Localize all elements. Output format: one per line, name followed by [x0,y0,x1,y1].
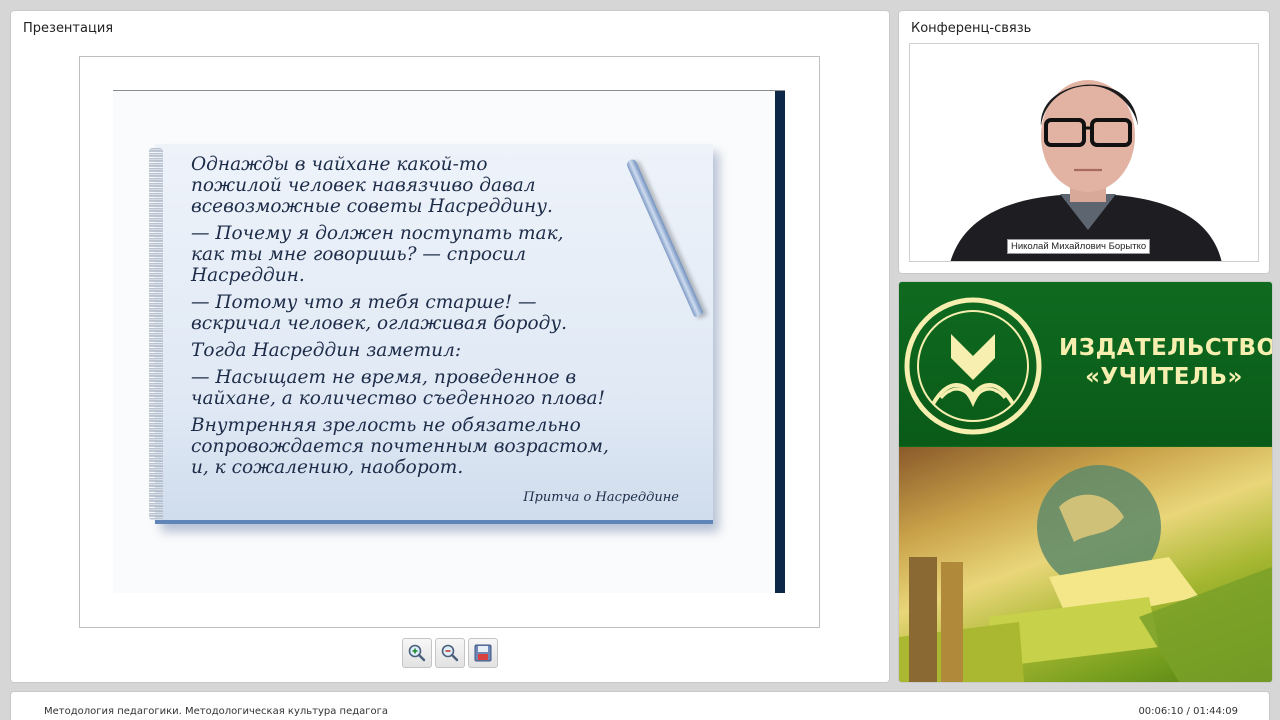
speaker-avatar [950,80,1222,261]
slide-content: Однажды в чайхане какой-то пожилой челов… [113,90,785,593]
quote-line: всевозможные советы Насреддину. [191,196,553,217]
quote-line: Однажды в чайхане какой-то [191,154,488,175]
zoom-out-button[interactable] [435,638,465,668]
quote-line: сопровождается почтенным возрастом, [191,436,609,457]
quote-text: Однажды в чайхане какой-то пожилой челов… [191,154,661,484]
quote-line: и, к сожалению, наоборот. [191,457,464,478]
quote-line: как ты мне говоришь? — спросил [191,244,527,265]
slide-toolbar [402,638,498,668]
save-button[interactable] [468,638,498,668]
publisher-banner[interactable]: ИЗДАТЕЛЬСТВО «УЧИТЕЛЬ» [899,282,1272,682]
quote-line: Насреддин. [191,265,305,286]
quote-line: Внутренняя зрелость не обязательно [191,415,581,436]
publisher-logo-icon [904,297,1042,435]
slide-viewer[interactable]: Однажды в чайхане какой-то пожилой челов… [79,56,820,628]
quote-line: чайхане, а количество съеденного плова! [191,388,606,409]
zoom-out-icon [441,644,459,662]
quote-source: Притча о Насреддине [523,490,679,505]
zoom-in-button[interactable] [402,638,432,668]
quote-line: вскричал человек, оглаживая бороду. [191,313,567,334]
conference-panel: Конференц-связь Николай Михайлович Борыт… [899,11,1269,273]
quote-line: пожилой человек навязчиво давал [191,175,536,196]
publisher-name-line1: ИЗДАТЕЛЬСТВО [1059,335,1272,361]
banner-header: ИЗДАТЕЛЬСТВО «УЧИТЕЛЬ» [899,282,1272,446]
publisher-name-line2: «УЧИТЕЛЬ» [1085,364,1243,390]
publisher-name: ИЗДАТЕЛЬСТВО «УЧИТЕЛЬ» [1059,334,1272,392]
books-photo [899,447,1272,682]
zoom-in-icon [408,644,426,662]
notebook-image: Однажды в чайхане какой-то пожилой челов… [149,144,713,524]
quote-line: — Насыщает не время, проведенное в [191,367,577,388]
player-footer: Методология педагогики. Методологическая… [11,692,1269,720]
quote-line: — Потому что я тебя старше! — [191,292,537,313]
video-feed[interactable]: Николай Михайлович Борытко [909,43,1259,262]
quote-line: — Почему я должен поступать так, [191,223,564,244]
lecture-title: Методология педагогики. Методологическая… [44,706,389,717]
presentation-panel-title: Презентация [23,21,114,36]
globe-and-books-image [899,465,1272,682]
notebook-spiral [149,148,163,520]
conference-panel-title: Конференц-связь [911,21,1032,36]
playback-time: 00:06:10 / 01:44:09 [1138,706,1238,717]
quote-line: Тогда Насреддин заметил: [191,340,462,361]
slide-side-bar [775,91,785,593]
speaker-name-label: Николай Михайлович Борытко [1007,239,1151,254]
save-icon [474,644,492,662]
presentation-panel: Презентация Однажды в чайхане какой-то п… [11,11,889,682]
